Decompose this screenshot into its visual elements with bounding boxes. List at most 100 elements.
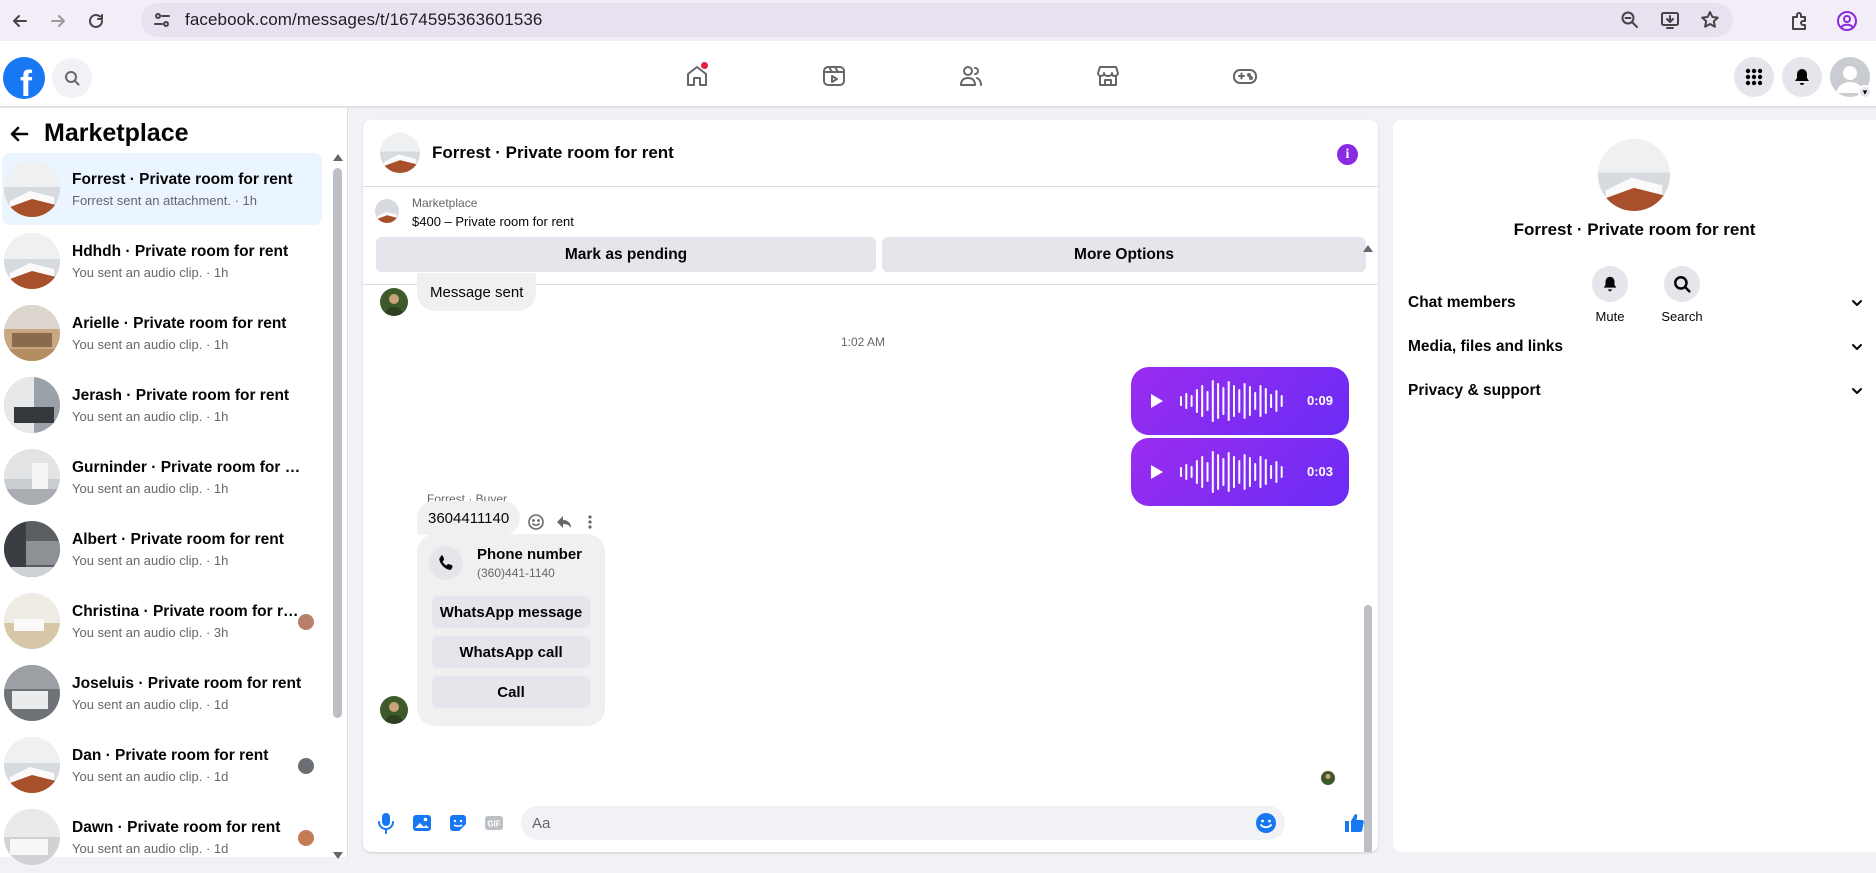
listing-thumbnail xyxy=(4,233,60,289)
forward-icon[interactable] xyxy=(38,4,78,38)
header-actions: ▾ xyxy=(1734,57,1872,99)
section-label: Chat members xyxy=(1408,294,1516,311)
play-icon[interactable] xyxy=(1151,465,1163,479)
reply-icon[interactable] xyxy=(555,513,573,531)
gif-icon[interactable]: GIF xyxy=(479,808,509,838)
conversation-name: Arielle · Private room for rent xyxy=(72,314,287,332)
scrollbar-thumb[interactable] xyxy=(333,168,342,718)
nav-marketplace[interactable] xyxy=(1039,54,1176,98)
sticker-icon[interactable] xyxy=(443,808,473,838)
whatsapp-message-button[interactable]: WhatsApp message xyxy=(432,596,590,628)
chat-panel: Forrest · Private room for rent i Market… xyxy=(363,120,1378,852)
phone-icon xyxy=(429,546,463,580)
info-title: Forrest · Private room for rent xyxy=(1513,220,1756,239)
marketplace-icon xyxy=(1096,66,1119,86)
conversation-item[interactable]: Joseluis · Private room for rent You sent… xyxy=(2,657,322,729)
avatar xyxy=(380,288,408,316)
section-label: Media, files and links xyxy=(1408,338,1564,355)
phone-number-card: Phone number (360)441-1140 WhatsApp mess… xyxy=(417,534,605,726)
play-icon[interactable] xyxy=(1151,394,1163,408)
section-media-files-links[interactable]: Media, files and links xyxy=(1408,327,1863,367)
conversation-item[interactable]: Albert · Private room for rent You sent a… xyxy=(2,513,322,585)
conversation-item[interactable]: Arielle · Private room for rent You sent … xyxy=(2,297,322,369)
install-app-icon[interactable] xyxy=(1657,7,1683,33)
section-privacy-support[interactable]: Privacy & support xyxy=(1408,371,1863,411)
listing-thumbnail xyxy=(4,449,60,505)
message-input-placeholder: Aa xyxy=(532,814,551,832)
conversation-item[interactable]: Jerash · Private room for rent You sent a… xyxy=(2,369,322,441)
audio-duration: 0:09 xyxy=(1306,393,1333,408)
message-bubble[interactable]: Message sent xyxy=(417,273,537,311)
info-icon[interactable]: i xyxy=(1337,144,1358,165)
conversation-item[interactable]: Forrest · Private room for rent Forrest s… xyxy=(2,153,322,225)
message-text: Message sent xyxy=(430,283,524,301)
back-icon[interactable] xyxy=(0,4,40,38)
conversation-name: Christina · Private room for re... xyxy=(72,602,302,620)
listing-title[interactable]: $400 – Private room for rent xyxy=(412,214,574,229)
audio-message[interactable]: 0:09 xyxy=(1131,367,1349,435)
nav-video[interactable] xyxy=(765,54,902,98)
conversation-preview: Forrest sent an attachment. · 1h xyxy=(72,192,257,208)
conversation-item[interactable]: Gurninder · Private room for rent You sen… xyxy=(2,441,322,513)
info-avatar[interactable] xyxy=(1598,139,1670,211)
svg-text:GIF: GIF xyxy=(487,819,500,828)
zoom-icon[interactable] xyxy=(1617,7,1643,33)
browser-toolbar: facebook.com/messages/t/1674595363601536 xyxy=(0,0,1876,41)
conversation-item[interactable]: Dan · Private room for rent You sent an a… xyxy=(2,729,322,801)
facebook-logo-icon[interactable]: f xyxy=(3,57,45,99)
scroll-up-icon[interactable] xyxy=(333,154,343,161)
nav-home[interactable] xyxy=(628,54,765,98)
card-phone-number: (360)441-1140 xyxy=(477,566,555,580)
conversation-name: Hdhdh · Private room for rent xyxy=(72,242,289,260)
notifications-button[interactable] xyxy=(1782,57,1822,97)
timestamp: 1:02 AM xyxy=(840,335,886,349)
mark-pending-button[interactable]: Mark as pending xyxy=(376,237,876,272)
message-bubble[interactable]: 3604411140 xyxy=(417,501,521,535)
conversation-item[interactable]: Christina · Private room for re... You se… xyxy=(2,585,322,657)
conversation-item[interactable]: Hdhdh · Private room for rent You sent an… xyxy=(2,225,322,297)
listing-thumbnail xyxy=(4,737,60,793)
message-input[interactable]: Aa xyxy=(521,806,1285,840)
thumbs-up-icon[interactable] xyxy=(1339,808,1369,838)
chat-title[interactable]: Forrest · Private room for rent xyxy=(432,143,674,163)
menu-button[interactable] xyxy=(1734,57,1774,97)
sidebar-scrollbar[interactable] xyxy=(331,150,343,859)
bookmark-star-icon[interactable] xyxy=(1697,7,1723,33)
chat-header: Forrest · Private room for rent i xyxy=(363,120,1378,187)
scroll-up-icon[interactable] xyxy=(1363,245,1373,252)
more-options-button[interactable]: More Options xyxy=(882,237,1366,272)
chat-scrollbar[interactable] xyxy=(1363,245,1374,852)
emoji-icon[interactable] xyxy=(1255,812,1277,834)
address-bar[interactable]: facebook.com/messages/t/1674595363601536 xyxy=(141,3,1733,37)
microphone-icon[interactable] xyxy=(371,808,401,838)
grid-menu-icon xyxy=(1745,68,1763,86)
url-text[interactable]: facebook.com/messages/t/1674595363601536 xyxy=(185,10,542,30)
chevron-down-icon xyxy=(1852,344,1862,350)
call-button[interactable]: Call xyxy=(432,676,590,708)
more-icon[interactable] xyxy=(583,513,597,531)
conversation-item[interactable]: Dawn · Private room for rent You sent an … xyxy=(2,801,322,873)
conversation-preview: You sent an audio clip. · 1d xyxy=(72,840,229,856)
section-chat-members[interactable]: Chat members xyxy=(1408,283,1863,323)
video-icon xyxy=(822,66,845,86)
reload-icon[interactable] xyxy=(76,4,116,38)
back-arrow-icon[interactable] xyxy=(8,123,30,145)
conversation-preview: You sent an audio clip. · 1h xyxy=(72,408,229,424)
listing-thumbnail xyxy=(375,199,399,223)
notification-dot xyxy=(700,61,709,70)
conversation-sidebar: Marketplace Forrest · Private room for r… xyxy=(0,108,348,865)
message-actions xyxy=(527,513,597,531)
profile-icon[interactable] xyxy=(1830,4,1864,38)
search-button[interactable] xyxy=(52,58,92,98)
image-icon[interactable] xyxy=(407,808,437,838)
site-settings-icon[interactable] xyxy=(153,11,171,29)
nav-gaming[interactable] xyxy=(1176,54,1313,98)
scroll-down-icon[interactable] xyxy=(333,852,343,859)
emoji-react-icon[interactable] xyxy=(527,513,545,531)
account-button[interactable]: ▾ xyxy=(1830,57,1872,99)
whatsapp-call-button[interactable]: WhatsApp call xyxy=(432,636,590,668)
audio-message[interactable]: 0:03 xyxy=(1131,438,1349,506)
extensions-icon[interactable] xyxy=(1782,4,1816,38)
chat-avatar[interactable] xyxy=(380,133,420,173)
nav-friends[interactable] xyxy=(902,54,1039,98)
